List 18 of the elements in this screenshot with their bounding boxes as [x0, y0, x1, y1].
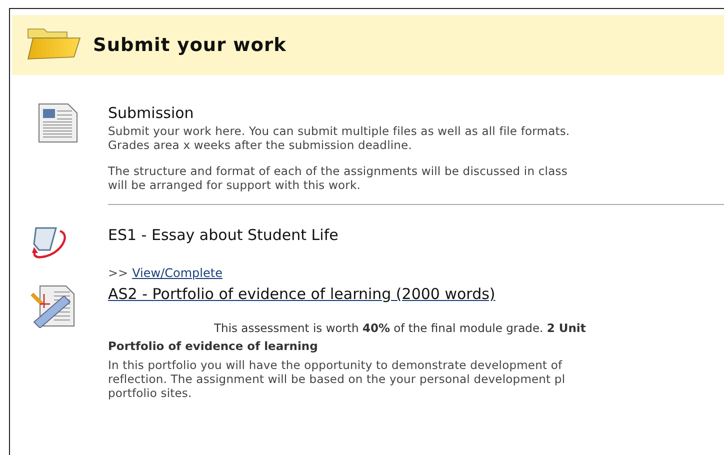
- body-text: Grades area x weeks after the submission deadline.: [108, 138, 413, 152]
- assessment-subtitle: Portfolio of evidence of learning: [108, 338, 319, 354]
- body-text: will be arranged for support with this work.: [108, 178, 362, 192]
- view-complete-link[interactable]: View/Complete: [132, 266, 222, 280]
- body-text: In this portfolio you will have the opportunity to demonstrate development of: [108, 358, 564, 372]
- document-ruler-icon: [30, 284, 76, 328]
- page-title: Submit your work: [93, 34, 286, 56]
- body-text: The structure and format of each of the assignments will be discussed in class: [108, 164, 568, 178]
- document-icon: [38, 103, 78, 143]
- section-title: Submission: [108, 104, 194, 122]
- assessment-title-link[interactable]: AS2 - Portfolio of evidence of learning (2000 words): [108, 285, 496, 303]
- link-prefix: >>: [108, 266, 128, 280]
- assignment-title: ES1 - Essay about Student Life: [108, 226, 338, 244]
- assessment-summary: This assessment is worth 40% of the final module grade. 2 Unit: [214, 321, 587, 335]
- body-text: Submit your work here. You can submit multiple files as well as all file formats.: [108, 124, 571, 138]
- body-text: reflection. The assignment will be based on the your personal development pl: [108, 372, 566, 386]
- folder-icon: [27, 26, 81, 60]
- body-text: portfolio sites.: [108, 386, 193, 400]
